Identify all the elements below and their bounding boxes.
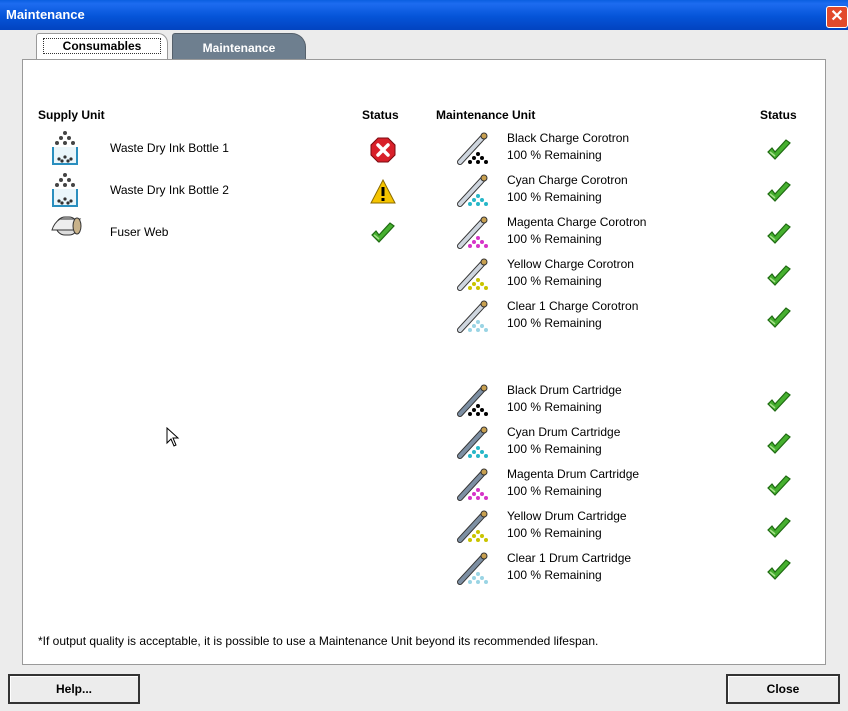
close-icon: ✕ [830,8,844,25]
ok-status-icon [766,264,792,290]
maintenance-item-remaining: 100 % Remaining [507,442,602,456]
maintenance-item-name: Black Charge Corotron [507,131,630,145]
supply-item-label: Waste Dry Ink Bottle 1 [110,141,229,155]
maintenance-item-name: Yellow Drum Cartridge [507,509,627,523]
maintenance-item-remaining: 100 % Remaining [507,526,602,540]
tab-consumables[interactable]: Consumables [36,33,168,61]
waste-bottle-icon [50,172,80,211]
maintenance-item-label: Magenta Drum Cartridge 100 % Remaining [507,466,639,500]
charge-corotron-icon [454,174,492,213]
drum-cartridge-icon [454,552,492,591]
charge-corotron-icon [454,216,492,255]
drum-cartridge-icon [454,384,492,423]
maintenance-item-remaining: 100 % Remaining [507,232,602,246]
maintenance-item-remaining: 100 % Remaining [507,316,602,330]
maintenance-item-remaining: 100 % Remaining [507,148,602,162]
maintenance-item-label: Cyan Drum Cartridge 100 % Remaining [507,424,620,458]
maintenance-unit-header: Maintenance Unit [436,108,536,122]
ok-status-icon [766,390,792,416]
warning-status-icon [370,178,396,205]
maintenance-item-label: Clear 1 Drum Cartridge 100 % Remaining [507,550,631,584]
close-button[interactable]: Close [726,674,840,704]
maintenance-item-remaining: 100 % Remaining [507,190,602,204]
maintenance-status-header: Status [760,108,797,122]
maintenance-item-name: Cyan Charge Corotron [507,173,628,187]
maintenance-item-name: Clear 1 Charge Corotron [507,299,639,313]
ok-status-icon [766,222,792,248]
ok-status-icon [766,474,792,500]
maintenance-item-label: Black Drum Cartridge 100 % Remaining [507,382,622,416]
supply-unit-header: Supply Unit [38,108,105,122]
maintenance-item-name: Yellow Charge Corotron [507,257,634,271]
maintenance-item-remaining: 100 % Remaining [507,484,602,498]
tab-maintenance[interactable]: Maintenance [172,33,306,61]
maintenance-item-label: Magenta Charge Corotron 100 % Remaining [507,214,646,248]
ok-status-icon [766,138,792,164]
maintenance-item-label: Black Charge Corotron 100 % Remaining [507,130,629,164]
supply-status-header: Status [362,108,399,122]
tab-consumables-label: Consumables [43,38,161,54]
ok-status-icon [766,306,792,332]
ok-status-icon [766,516,792,542]
error-status-icon [370,137,396,163]
maintenance-item-name: Magenta Charge Corotron [507,215,647,229]
maintenance-item-label: Yellow Drum Cartridge 100 % Remaining [507,508,627,542]
fuser-web-icon [50,214,84,241]
maintenance-item-label: Yellow Charge Corotron 100 % Remaining [507,256,634,290]
supply-item-label: Fuser Web [110,225,169,239]
supply-item-label: Waste Dry Ink Bottle 2 [110,183,229,197]
close-window-button[interactable]: ✕ [826,6,848,28]
lifespan-note: *If output quality is acceptable, it is … [38,634,599,648]
ok-status-icon [766,558,792,584]
window-title: Maintenance [6,7,85,22]
maintenance-item-remaining: 100 % Remaining [507,568,602,582]
charge-corotron-icon [454,132,492,171]
maintenance-item-name: Clear 1 Drum Cartridge [507,551,632,565]
ok-status-icon [766,432,792,458]
maintenance-item-remaining: 100 % Remaining [507,400,602,414]
mouse-cursor-icon [166,427,180,447]
maintenance-item-name: Magenta Drum Cartridge [507,467,640,481]
title-bar: Maintenance ✕ [0,0,848,30]
maintenance-item-label: Clear 1 Charge Corotron 100 % Remaining [507,298,638,332]
charge-corotron-icon [454,258,492,297]
tab-maintenance-label: Maintenance [202,41,276,55]
charge-corotron-icon [454,300,492,339]
maintenance-item-label: Cyan Charge Corotron 100 % Remaining [507,172,628,206]
maintenance-item-name: Cyan Drum Cartridge [507,425,621,439]
maintenance-item-name: Black Drum Cartridge [507,383,622,397]
drum-cartridge-icon [454,426,492,465]
drum-cartridge-icon [454,510,492,549]
waste-bottle-icon [50,130,80,169]
drum-cartridge-icon [454,468,492,507]
ok-status-icon [370,221,396,247]
ok-status-icon [766,180,792,206]
help-button[interactable]: Help... [8,674,140,704]
maintenance-item-remaining: 100 % Remaining [507,274,602,288]
